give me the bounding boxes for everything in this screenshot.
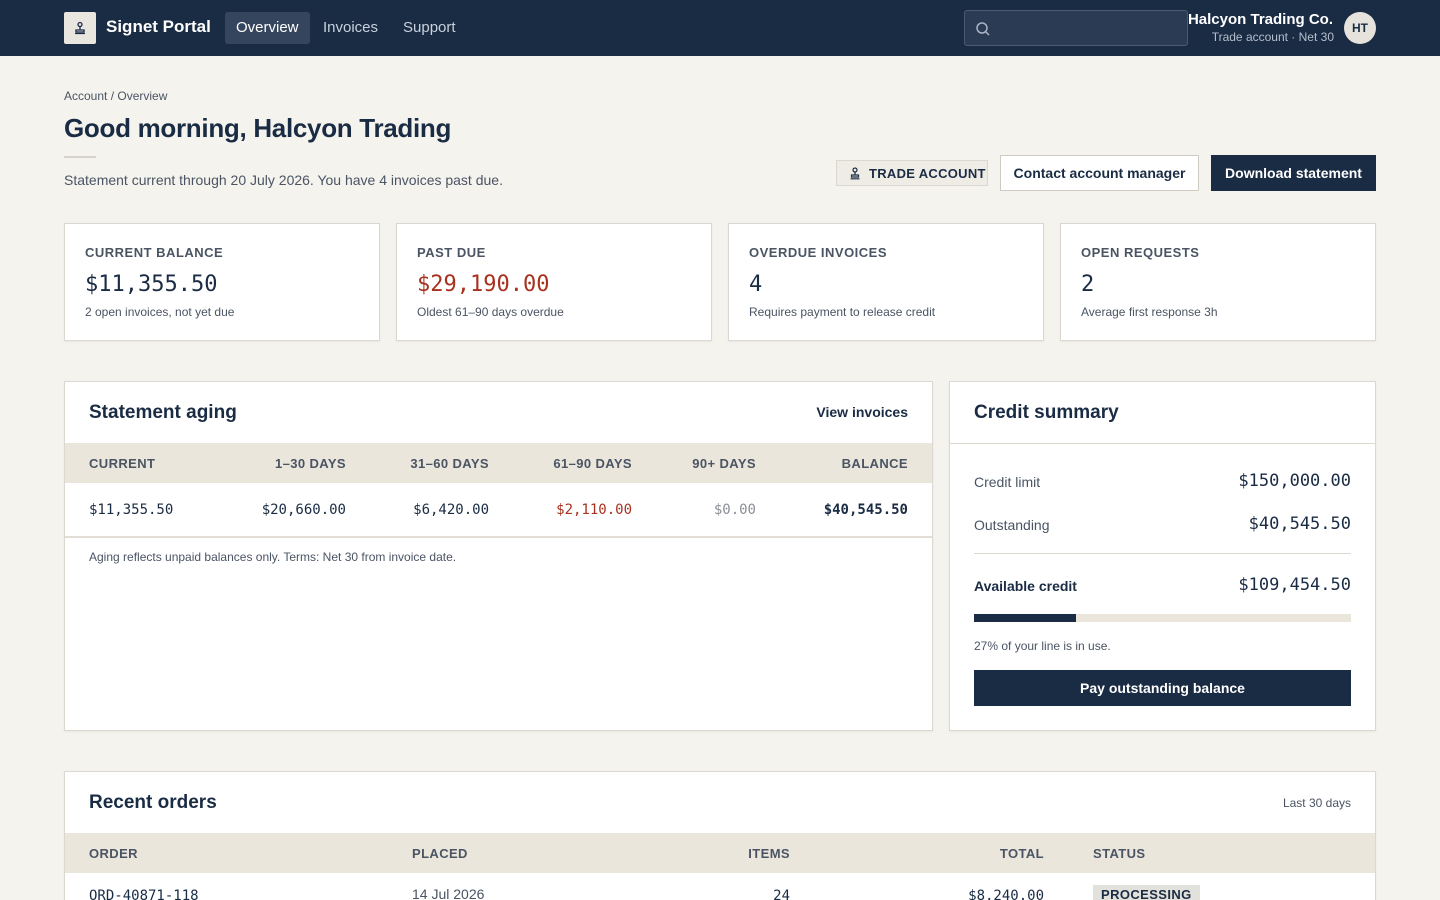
orders-range: Last 30 days xyxy=(1282,796,1351,810)
title-divider xyxy=(64,156,96,158)
order-total: $8,240.00 xyxy=(968,888,1044,900)
stat-label: CURRENT BALANCE xyxy=(85,245,224,260)
trade-account-label: TRADE ACCOUNT xyxy=(869,165,986,181)
stat-note: Requires payment to release credit xyxy=(749,305,936,319)
credit-limit-label: Credit limit xyxy=(974,474,1041,490)
panel-title: Credit summary xyxy=(974,402,1119,423)
orders-table-header: ORDER PLACED ITEMS TOTAL STATUS xyxy=(65,833,1375,873)
column-header: ITEMS xyxy=(748,846,790,861)
aging-1-30-value: $20,660.00 xyxy=(261,502,346,518)
search-box[interactable] xyxy=(964,10,1188,46)
search-icon xyxy=(976,22,990,36)
outstanding-value: $40,545.50 xyxy=(1248,514,1351,534)
available-credit-value: $109,454.50 xyxy=(1238,575,1351,595)
avatar[interactable]: HT xyxy=(1344,12,1376,44)
stat-card-current-balance: CURRENT BALANCE $11,355.50 2 open invoic… xyxy=(64,223,380,341)
stat-note: Average first response 3h xyxy=(1081,305,1218,319)
aging-table-header: CURRENT 1–30 DAYS 31–60 DAYS 61–90 DAYS … xyxy=(65,443,932,483)
credit-summary-panel: Credit summary Credit limit $150,000.00 … xyxy=(949,381,1376,731)
recent-orders-panel: Recent orders Last 30 days ORDER PLACED … xyxy=(64,771,1376,900)
pay-outstanding-balance-button[interactable]: Pay outstanding balance xyxy=(974,670,1351,706)
column-header: 90+ DAYS xyxy=(692,456,756,471)
aging-current-value: $11,355.50 xyxy=(89,502,174,518)
page-title: Good morning, Halcyon Trading xyxy=(64,113,452,143)
credit-limit-value: $150,000.00 xyxy=(1238,471,1351,491)
tab-support[interactable]: Support xyxy=(392,12,467,44)
trade-account-badge: TRADE ACCOUNT xyxy=(836,160,988,186)
stat-value: 2 xyxy=(1081,272,1095,297)
stat-card-past-due: PAST DUE $29,190.00 Oldest 61–90 days ov… xyxy=(396,223,712,341)
stat-value: 4 xyxy=(749,272,763,297)
breadcrumb: Account / Overview xyxy=(64,89,168,103)
page-subtitle: Statement current through 20 July 2026. … xyxy=(64,172,503,188)
order-items: 24 xyxy=(773,888,790,900)
tab-overview[interactable]: Overview xyxy=(225,12,310,44)
search-input[interactable] xyxy=(999,11,1183,45)
account-name: Halcyon Trading Co. xyxy=(1187,11,1333,28)
statement-aging-panel: Statement aging View invoices CURRENT 1–… xyxy=(64,381,933,731)
aging-note: Aging reflects unpaid balances only. Ter… xyxy=(89,550,457,564)
column-header: 31–60 DAYS xyxy=(410,456,489,471)
available-credit-label: Available credit xyxy=(974,578,1077,594)
column-header: ORDER xyxy=(89,846,138,861)
status-badge: PROCESSING xyxy=(1093,885,1200,900)
aging-31-60-value: $6,420.00 xyxy=(413,502,489,518)
panel-title: Statement aging xyxy=(89,402,237,423)
contact-account-manager-button[interactable]: Contact account manager xyxy=(1000,155,1199,191)
stat-label: PAST DUE xyxy=(417,245,486,260)
stat-label: OPEN REQUESTS xyxy=(1081,245,1200,260)
aging-row-divider xyxy=(65,536,932,538)
column-header: STATUS xyxy=(1093,846,1146,861)
stat-label: OVERDUE INVOICES xyxy=(749,245,888,260)
stat-card-overdue-invoices: OVERDUE INVOICES 4 Requires payment to r… xyxy=(728,223,1044,341)
column-header: PLACED xyxy=(412,846,468,861)
view-invoices-link[interactable]: View invoices xyxy=(816,404,908,420)
stat-note: 2 open invoices, not yet due xyxy=(85,305,235,319)
column-header: TOTAL xyxy=(999,846,1044,861)
column-header: CURRENT xyxy=(89,456,156,471)
outstanding-label: Outstanding xyxy=(974,517,1050,533)
credit-usage-fill xyxy=(974,614,1076,622)
stat-value: $29,190.00 xyxy=(417,272,550,297)
credit-usage-note: 27% of your line is in use. xyxy=(974,639,1111,653)
aging-balance-value: $40,545.50 xyxy=(823,502,908,518)
brand-name[interactable]: Signet Portal xyxy=(106,17,211,37)
order-id[interactable]: ORD-40871-118 xyxy=(89,888,199,900)
column-header: BALANCE xyxy=(841,456,908,471)
stamp-icon xyxy=(850,166,860,179)
top-nav: Signet Portal Overview Invoices Support … xyxy=(0,0,1440,56)
brand-logo-icon[interactable] xyxy=(64,12,96,44)
panel-title: Recent orders xyxy=(89,792,217,813)
download-statement-button[interactable]: Download statement xyxy=(1211,155,1376,191)
stat-value: $11,355.50 xyxy=(85,272,218,297)
column-header: 1–30 DAYS xyxy=(274,456,346,471)
tab-invoices[interactable]: Invoices xyxy=(312,12,389,44)
credit-divider xyxy=(974,553,1351,554)
stat-card-open-requests: OPEN REQUESTS 2 Average first response 3… xyxy=(1060,223,1376,341)
aging-61-90-value: $2,110.00 xyxy=(556,502,632,518)
column-header: 61–90 DAYS xyxy=(553,456,632,471)
credit-usage-bar xyxy=(974,614,1351,622)
account-terms: Trade account · Net 30 xyxy=(1211,30,1334,44)
panel-divider xyxy=(950,443,1375,444)
order-placed: 14 Jul 2026 xyxy=(412,886,485,900)
aging-90-plus-value: $0.00 xyxy=(713,502,756,518)
stat-note: Oldest 61–90 days overdue xyxy=(417,305,564,319)
